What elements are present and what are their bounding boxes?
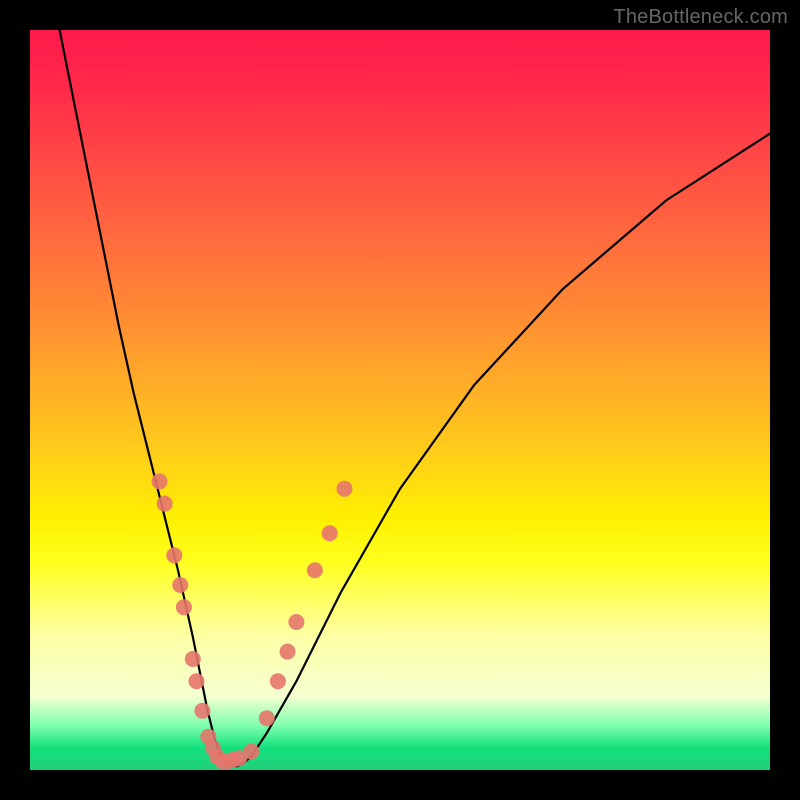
chart-frame: TheBottleneck.com [0,0,800,800]
marker-dot [152,473,168,489]
marker-dot [288,614,304,630]
marker-dot [185,651,201,667]
marker-dot [322,525,338,541]
marker-dot [243,744,259,760]
curve-layer [30,30,770,770]
marker-dot [157,496,173,512]
marker-dot [307,562,323,578]
marker-dot [189,673,205,689]
marker-dot [280,644,296,660]
watermark-label: TheBottleneck.com [613,6,788,29]
marker-dot [270,673,286,689]
plot-area [30,30,770,770]
highlight-dots [152,473,353,769]
marker-dot [172,577,188,593]
bottleneck-curve [60,30,770,766]
marker-dot [259,710,275,726]
marker-dot [176,599,192,615]
marker-dot [194,703,210,719]
marker-dot [337,481,353,497]
marker-dot [166,547,182,563]
